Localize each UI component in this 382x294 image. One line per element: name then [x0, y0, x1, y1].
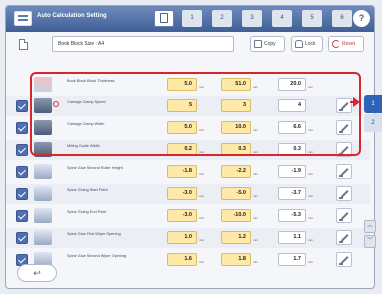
- unit-label: mm: [253, 172, 258, 176]
- title-bar: Auto Calculation Setting 1 2 3 4 5 6 ?: [6, 6, 374, 32]
- row-checkbox[interactable]: [16, 100, 28, 112]
- side-tab-2[interactable]: 2: [364, 114, 382, 132]
- value-input-2[interactable]: 1.2: [221, 231, 251, 244]
- tab-document[interactable]: [154, 10, 174, 27]
- unit-label: mm: [253, 194, 258, 198]
- table-row: Spine Gluing End Point -3.0 mm -10.0 mm -5.3 m…: [6, 206, 370, 226]
- unit-label: mm: [199, 238, 204, 242]
- tab-3[interactable]: 3: [242, 10, 262, 27]
- document-icon: [160, 13, 168, 23]
- copy-label: Copy: [264, 41, 276, 47]
- lock-label: Lock: [305, 41, 316, 47]
- lock-button[interactable]: Lock: [291, 36, 323, 52]
- value-input-1[interactable]: -3.0: [167, 187, 197, 200]
- unit-label: mm: [308, 172, 313, 176]
- row-label: Spine Gluing Start Point: [67, 188, 108, 192]
- back-button[interactable]: ↩: [17, 264, 57, 282]
- lock-icon: [295, 40, 303, 48]
- unit-label: mm: [199, 172, 204, 176]
- table-row: Spine Glue Second Wiper Opening 1.6 mm 1.8 m…: [6, 250, 370, 270]
- table-row: Spine Glue Second Roller Height -1.8 mm -2.…: [6, 162, 370, 182]
- value-input-2[interactable]: -10.0: [221, 209, 251, 222]
- unit-label: mm: [199, 260, 204, 264]
- value-input-1[interactable]: -3.0: [167, 209, 197, 222]
- edit-graph-icon[interactable]: [336, 186, 352, 201]
- row-checkbox[interactable]: [16, 188, 28, 200]
- callout-arrow-icon: [353, 97, 360, 107]
- reset-button[interactable]: Reset: [328, 36, 364, 52]
- table-row: Spine Gluing Start Point -3.0 mm -5.0 mm -3.7…: [6, 184, 370, 204]
- help-button[interactable]: ?: [353, 10, 370, 27]
- value-input-1[interactable]: 1.6: [167, 253, 197, 266]
- row-label: Spine Glue Second Wiper Opening: [67, 254, 127, 258]
- unit-label: mm: [253, 216, 258, 220]
- unit-label: mm: [308, 260, 313, 264]
- row-label: Spine Glue First Wiper Opening: [67, 232, 121, 236]
- reset-icon: [332, 40, 340, 48]
- unit-label: mm: [308, 238, 313, 242]
- copy-icon: [254, 40, 262, 48]
- tab-5[interactable]: 5: [302, 10, 322, 27]
- unit-label: mm: [308, 194, 313, 198]
- tab-2[interactable]: 2: [212, 10, 232, 27]
- window-title: Auto Calculation Setting: [37, 13, 107, 19]
- scroll-up-button[interactable]: ︿: [364, 220, 376, 233]
- unit-label: mm: [199, 194, 204, 198]
- side-tab-1[interactable]: 1: [364, 95, 382, 113]
- value-input-3[interactable]: 1.1: [278, 231, 306, 244]
- unit-label: mm: [199, 216, 204, 220]
- row-checkbox[interactable]: [16, 210, 28, 222]
- copy-button[interactable]: Copy: [250, 36, 285, 52]
- unit-label: mm: [308, 216, 313, 220]
- row-checkbox[interactable]: [16, 122, 28, 134]
- tab-6[interactable]: 6: [332, 10, 352, 27]
- first-wiper-icon: [34, 230, 52, 245]
- table-row: Spine Glue First Wiper Opening 1.0 mm 1.2 mm…: [6, 228, 370, 248]
- edit-graph-icon[interactable]: [336, 208, 352, 223]
- row-checkbox[interactable]: [16, 144, 28, 156]
- value-input-1[interactable]: 1.0: [167, 231, 197, 244]
- unit-label: mm: [253, 260, 258, 264]
- value-input-1[interactable]: -1.8: [167, 165, 197, 178]
- reset-label: Reset: [342, 41, 356, 47]
- row-checkbox[interactable]: [16, 232, 28, 244]
- edit-graph-icon[interactable]: [336, 230, 352, 245]
- tab-1[interactable]: 1: [182, 10, 202, 27]
- highlight-box: [30, 72, 361, 156]
- glue-roller-icon: [34, 164, 52, 179]
- tab-4[interactable]: 4: [272, 10, 292, 27]
- app-icon: [14, 11, 32, 26]
- gluing-end-icon: [34, 208, 52, 223]
- unit-label: mm: [253, 238, 258, 242]
- value-input-3[interactable]: -3.7: [278, 187, 306, 200]
- value-input-3[interactable]: -5.3: [278, 209, 306, 222]
- value-input-3[interactable]: 1.7: [278, 253, 306, 266]
- auto-calculation-window: Auto Calculation Setting 1 2 3 4 5 6 ? B…: [5, 5, 375, 289]
- row-label: Spine Glue Second Roller Height: [67, 166, 123, 170]
- value-input-2[interactable]: -5.0: [221, 187, 251, 200]
- edit-graph-icon[interactable]: [336, 252, 352, 267]
- row-checkbox[interactable]: [16, 166, 28, 178]
- value-input-2[interactable]: 1.8: [221, 253, 251, 266]
- new-document-icon[interactable]: [19, 39, 28, 50]
- setting-name-field[interactable]: Book Block Size : A4: [52, 36, 234, 52]
- scroll-down-button[interactable]: ﹀: [364, 235, 376, 248]
- row-label: Spine Gluing End Point: [67, 210, 107, 214]
- value-input-2[interactable]: -2.2: [221, 165, 251, 178]
- gluing-start-icon: [34, 186, 52, 201]
- value-input-3[interactable]: -1.9: [278, 165, 306, 178]
- edit-graph-icon[interactable]: [336, 164, 352, 179]
